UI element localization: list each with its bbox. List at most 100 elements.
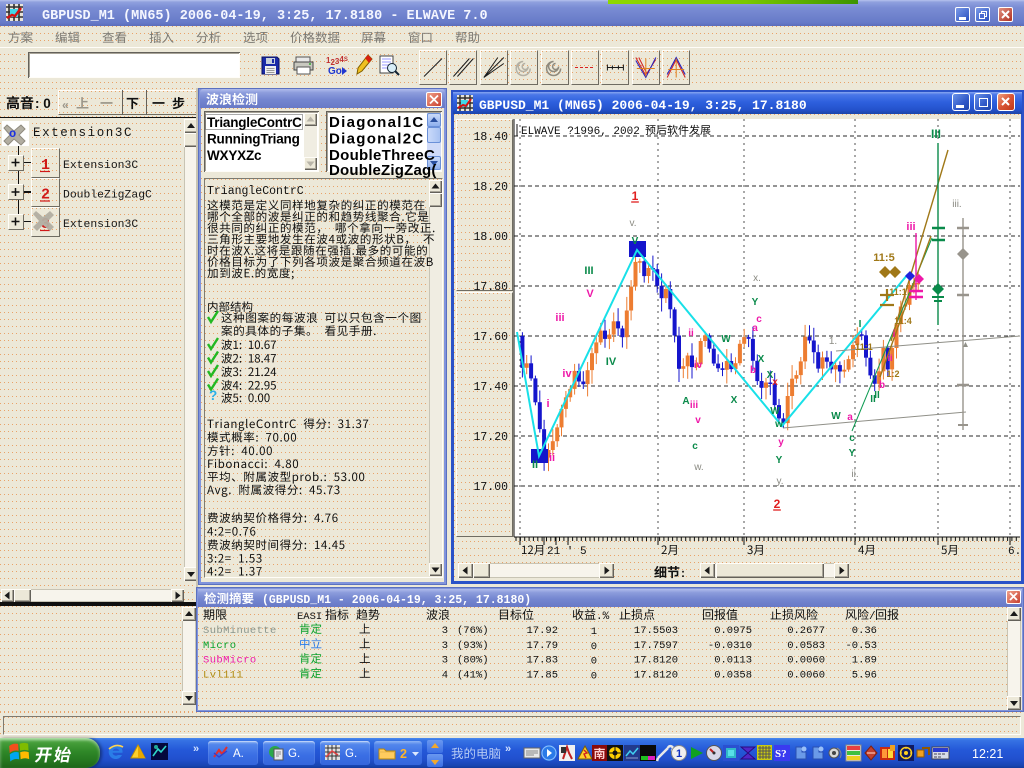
svg-text:Extension3C: Extension3C (33, 126, 133, 140)
svg-text:y.: y. (776, 476, 783, 487)
svg-text:1.89: 1.89 (852, 655, 877, 667)
svg-text:G.: G. (288, 748, 300, 760)
svg-text:Extension3C: Extension3C (63, 160, 138, 172)
svg-text:TriangleContrC: TriangleContrC (207, 185, 304, 198)
svg-text:II: II (532, 459, 538, 471)
svg-text:Y: Y (776, 455, 783, 466)
svg-text:a: a (752, 323, 758, 334)
svg-text:»: » (505, 743, 511, 755)
svg-text:0: 0 (591, 656, 597, 668)
svg-text:RunningTriang: RunningTriang (207, 132, 300, 147)
svg-text:4: 4 (442, 669, 448, 681)
svg-text:ii.: ii. (851, 469, 858, 480)
svg-text:i: i (893, 329, 896, 340)
svg-text:Diagonal1C: Diagonal1C (329, 114, 425, 131)
svg-text:3: 3 (442, 655, 448, 667)
svg-text:11:5: 11:5 (873, 252, 894, 264)
svg-text:17.83: 17.83 (526, 655, 558, 667)
svg-text:1: 1 (591, 626, 597, 638)
svg-text:0.36: 0.36 (852, 625, 877, 637)
svg-text:17.79: 17.79 (526, 640, 558, 652)
svg-text:x: x (772, 377, 778, 388)
svg-text:v: v (695, 415, 701, 426)
svg-text:W: W (770, 406, 780, 417)
svg-text:ELWAVE ?1996, 2002: ELWAVE ?1996, 2002 (521, 126, 640, 138)
svg-text:DoubleZigZagC: DoubleZigZagC (63, 190, 152, 202)
svg-text:a: a (847, 412, 853, 423)
svg-text:ii: ii (688, 328, 694, 339)
svg-text:17.8120: 17.8120 (634, 655, 678, 667)
svg-text:w.: w. (693, 462, 703, 473)
svg-text:3: 3 (442, 625, 448, 637)
svg-text:11:1: 11:1 (855, 342, 873, 352)
svg-text:6.: 6. (1008, 546, 1021, 558)
svg-text:0: 0 (591, 641, 597, 653)
svg-text:18.40: 18.40 (473, 131, 508, 144)
svg-text:17.92: 17.92 (526, 625, 558, 637)
svg-text:III: III (931, 127, 941, 141)
svg-text:(80%): (80%) (457, 655, 489, 667)
svg-text:(76%): (76%) (457, 625, 489, 637)
svg-text:/: / (869, 611, 876, 623)
svg-text:12:21: 12:21 (972, 747, 1003, 761)
svg-text:A: A (682, 396, 689, 407)
svg-text:1.: 1. (829, 336, 837, 347)
svg-text:17.60: 17.60 (473, 331, 508, 344)
svg-text:17.7597: 17.7597 (634, 640, 678, 652)
svg-text:0.0113: 0.0113 (714, 655, 752, 667)
svg-text:0.0583: 0.0583 (787, 640, 825, 652)
svg-text:i: i (546, 398, 549, 410)
svg-text:11:4: 11:4 (894, 316, 912, 326)
svg-text:SubMicro: SubMicro (203, 655, 257, 667)
svg-text:1: 1 (632, 189, 639, 203)
svg-text:c: c (692, 441, 698, 452)
svg-text:TriangleContrC: TriangleContrC (207, 115, 302, 130)
svg-text:18.00: 18.00 (473, 231, 508, 244)
svg-text:Diagonal2C: Diagonal2C (329, 131, 425, 148)
svg-text:V: V (632, 236, 639, 247)
svg-text:III: III (584, 265, 593, 277)
svg-text:ii: ii (887, 353, 892, 363)
svg-text:2: 2 (774, 497, 781, 511)
svg-text:Y: Y (849, 448, 856, 459)
svg-text:W: W (831, 411, 841, 422)
svg-text:(41%): (41%) (457, 669, 489, 681)
svg-text:?: ? (209, 388, 217, 403)
svg-text:0.0060: 0.0060 (787, 669, 825, 681)
svg-text:5.96: 5.96 (852, 669, 877, 681)
svg-text:-0.53: -0.53 (845, 640, 877, 652)
svg-text:17.5503: 17.5503 (634, 625, 678, 637)
svg-text:II: II (874, 390, 880, 401)
svg-text:Extension3C: Extension3C (63, 219, 138, 231)
svg-text:W: W (721, 334, 731, 345)
svg-text:X: X (758, 354, 765, 365)
svg-text:17.8120: 17.8120 (634, 669, 678, 681)
svg-text:v.: v. (629, 218, 636, 229)
svg-text:(93%): (93%) (457, 640, 489, 652)
svg-text:DoubleZigZag(: DoubleZigZag( (329, 162, 437, 179)
svg-text:iii: iii (906, 221, 915, 233)
svg-text:21 ' 5: 21 ' 5 (547, 546, 587, 558)
svg-text:17.85: 17.85 (526, 669, 558, 681)
svg-text:-0.0310: -0.0310 (708, 640, 752, 652)
svg-text:V: V (586, 288, 594, 300)
svg-text:c: c (849, 433, 855, 444)
svg-text:18.20: 18.20 (473, 181, 508, 194)
svg-text:iii.: iii. (952, 199, 961, 210)
svg-text:Go: Go (328, 66, 342, 77)
svg-text:SubMinuette: SubMinuette (203, 625, 277, 637)
svg-text:b: b (750, 365, 756, 376)
svg-text:w: w (774, 419, 783, 430)
svg-text:A.: A. (233, 748, 244, 760)
svg-text::: : (681, 566, 685, 580)
svg-text:iv: iv (694, 360, 703, 371)
svg-text:»: » (193, 743, 199, 755)
svg-text:ii: ii (549, 452, 555, 464)
svg-text:G.: G. (345, 748, 357, 760)
svg-text:0: 0 (591, 670, 597, 682)
svg-text:Micro: Micro (203, 640, 237, 652)
svg-text:0.0358: 0.0358 (714, 669, 752, 681)
svg-text:Lvl111: Lvl111 (203, 669, 243, 681)
svg-text:0.0060: 0.0060 (787, 655, 825, 667)
svg-text:I: I (859, 319, 862, 330)
